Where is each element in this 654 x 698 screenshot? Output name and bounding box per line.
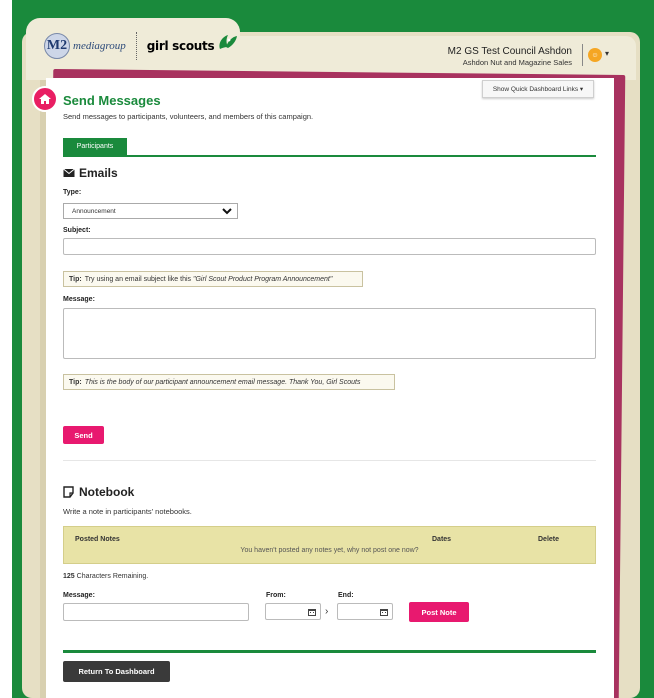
remaining-count: 125 [63, 573, 75, 580]
posted-notes-table: Posted Notes Dates Delete You haven't po… [63, 526, 596, 564]
subject-label: Subject: [63, 227, 91, 234]
remaining-text: Characters Remaining. [76, 573, 149, 580]
return-to-dashboard-button[interactable]: Return To Dashboard [63, 661, 170, 682]
send-button[interactable]: Send [63, 426, 104, 444]
tab-participants[interactable]: Participants [63, 138, 127, 155]
notebook-section-title: Notebook [63, 485, 134, 499]
quick-dashboard-links-button[interactable]: Show Quick Dashboard Links ▾ [482, 80, 594, 98]
column-header-dates: Dates [432, 536, 452, 543]
account-info[interactable]: M2 GS Test Council Ashdon Ashdon Nut and… [448, 46, 572, 67]
girl-scouts-logo-text: girl scouts [146, 39, 215, 53]
tip-example: "Girl Scout Product Program Announcement… [193, 275, 333, 283]
account-name: M2 GS Test Council Ashdon [447, 46, 572, 57]
account-subtitle: Ashdon Nut and Magazine Sales [462, 58, 572, 67]
from-label: From: [266, 592, 286, 599]
notes-empty-message: You haven't posted any notes yet, why no… [240, 547, 419, 554]
page-title: Send Messages [63, 93, 161, 108]
post-note-button[interactable]: Post Note [409, 602, 469, 622]
page-description: Send messages to participants, volunteer… [63, 112, 314, 121]
type-select[interactable]: Announcement [63, 203, 238, 219]
emails-title-text: Emails [79, 166, 118, 180]
calendar-icon[interactable] [308, 608, 316, 616]
notebook-title-text: Notebook [79, 485, 135, 499]
date-range-arrow-icon: › [325, 606, 329, 617]
message-textarea[interactable] [63, 308, 596, 359]
home-glyph [39, 94, 51, 104]
end-label: End: [338, 592, 354, 599]
calendar-icon[interactable] [380, 608, 388, 616]
section-divider [63, 460, 596, 461]
tip-prefix: Tip: [69, 275, 82, 283]
note-message-input[interactable] [63, 603, 249, 621]
chevron-down-icon [222, 208, 232, 215]
type-label: Type: [63, 189, 82, 196]
tip-text: This is the body of our participant anno… [84, 378, 361, 386]
notebook-description: Write a note in participants' notebooks. [63, 507, 192, 516]
subject-tip: Tip: Try using an email subject like thi… [63, 271, 363, 287]
subject-input[interactable] [63, 238, 596, 255]
note-message-label: Message: [63, 592, 95, 599]
type-select-value: Announcement [72, 207, 116, 215]
tip-text: Try using an email subject like this [84, 275, 192, 283]
header-logos: M2 mediagroup girl scouts [44, 32, 238, 60]
mediagroup-logo-text: mediagroup [73, 40, 126, 52]
message-label: Message: [63, 296, 95, 303]
m2-logo-icon: M2 [44, 33, 70, 59]
footer-green-line [63, 650, 596, 653]
emails-section-title: Emails [63, 166, 118, 180]
message-tip: Tip: This is the body of our participant… [63, 374, 395, 390]
end-date-input[interactable] [337, 603, 393, 620]
logo-divider [135, 32, 137, 60]
characters-remaining: 125 Characters Remaining. [63, 573, 148, 580]
account-divider [582, 44, 583, 66]
user-menu-caret-icon[interactable]: ▾ [605, 49, 609, 58]
user-avatar-icon[interactable]: ☺ [588, 48, 602, 62]
girl-scouts-trefoil-icon [219, 35, 238, 49]
column-header-delete: Delete [538, 536, 560, 543]
notebook-icon [63, 486, 74, 498]
home-icon[interactable] [32, 86, 58, 112]
tab-underline [63, 155, 596, 157]
column-header-posted-notes: Posted Notes [75, 536, 120, 543]
tip-prefix: Tip: [69, 378, 82, 386]
envelope-icon [63, 168, 75, 177]
from-date-input[interactable] [265, 603, 321, 620]
